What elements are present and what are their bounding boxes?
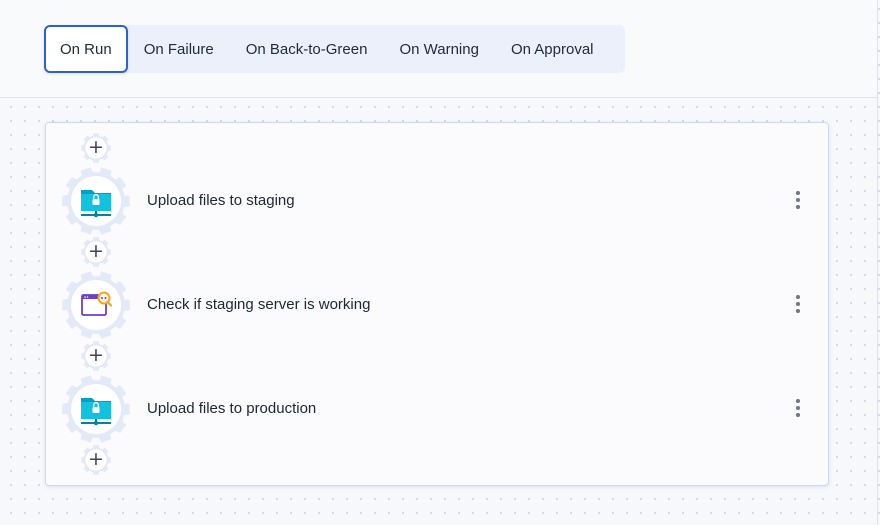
plus-icon: + <box>88 448 104 470</box>
add-step-button[interactable]: + <box>81 445 111 475</box>
plus-icon: + <box>88 136 104 158</box>
step-menu-icon[interactable] <box>790 397 806 419</box>
step-label[interactable]: Upload files to production <box>147 399 316 419</box>
plus-icon: + <box>88 344 104 366</box>
add-step-button[interactable]: + <box>81 237 111 267</box>
upload-folder-lock-icon <box>61 374 131 444</box>
tab-on-warning[interactable]: On Warning <box>383 25 494 73</box>
tab-on-run[interactable]: On Run <box>44 25 128 73</box>
step-label[interactable]: Upload files to staging <box>147 191 295 211</box>
tab-on-approval[interactable]: On Approval <box>495 25 610 73</box>
step-menu-icon[interactable] <box>790 189 806 211</box>
add-step-button[interactable]: + <box>81 133 111 163</box>
browser-search-icon <box>61 270 131 340</box>
step-menu-icon[interactable] <box>790 293 806 315</box>
tab-on-failure[interactable]: On Failure <box>128 25 230 73</box>
add-step-button[interactable]: + <box>81 341 111 371</box>
plus-icon: + <box>88 240 104 262</box>
step-label[interactable]: Check if staging server is working <box>147 295 370 315</box>
tab-on-back-to-green[interactable]: On Back-to-Green <box>230 25 384 73</box>
right-divider <box>877 0 878 525</box>
upload-folder-lock-icon <box>61 166 131 236</box>
trigger-tabs: On Run On Failure On Back-to-Green On Wa… <box>44 25 625 73</box>
